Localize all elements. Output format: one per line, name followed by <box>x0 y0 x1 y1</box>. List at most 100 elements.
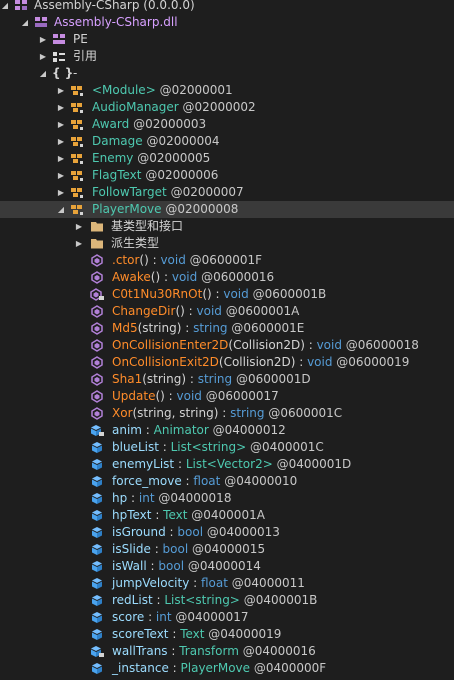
expanded-arrow-icon[interactable]: ◢ <box>38 65 48 82</box>
collapsed-arrow-icon[interactable]: ▶ <box>56 167 66 184</box>
field-row[interactable]: anim : Animator @04000012 <box>0 422 454 439</box>
tree-row-pe[interactable]: ▶ PE <box>0 31 454 48</box>
collapsed-arrow-icon[interactable]: ▶ <box>56 99 66 116</box>
method-row[interactable]: C0t1Nu30RnOt() : void @0600001B <box>0 286 454 303</box>
type-row[interactable]: ▶ AudioManager @02000002 <box>0 99 454 116</box>
type-row[interactable]: ▶ Damage @02000004 <box>0 133 454 150</box>
type-row[interactable]: ▶ Award @02000003 <box>0 116 454 133</box>
expanded-arrow-icon[interactable]: ◢ <box>0 0 10 14</box>
field-icon <box>92 629 102 640</box>
type-row[interactable]: ▶ Enemy @02000005 <box>0 150 454 167</box>
method-name: Md5 <box>112 321 138 335</box>
return-type: void <box>223 287 249 301</box>
references-icon <box>53 52 65 62</box>
collapsed-arrow-icon[interactable]: ▶ <box>56 184 66 201</box>
method-row[interactable]: ChangeDir() : void @0600001A <box>0 303 454 320</box>
method-name: C0t1Nu30RnOt <box>112 287 203 301</box>
collapsed-arrow-icon[interactable]: ▶ <box>38 31 48 48</box>
field-row[interactable]: isGround : bool @04000013 <box>0 524 454 541</box>
folder-row[interactable]: ▶ 基类型和接口 <box>0 218 454 235</box>
field-row[interactable]: _instance : PlayerMove @0400000F <box>0 660 454 677</box>
field-icon <box>92 527 102 538</box>
collapsed-arrow-icon[interactable]: ▶ <box>56 150 66 167</box>
type-separator: : <box>181 321 194 335</box>
field-label: anim : Animator @04000012 <box>112 422 286 439</box>
method-token: @06000019 <box>332 355 410 369</box>
field-icon <box>92 544 102 555</box>
method-label: .ctor() : void @0600001F <box>112 252 262 269</box>
field-type: bool <box>158 559 185 573</box>
type-row[interactable]: ▶ FollowTarget @02000007 <box>0 184 454 201</box>
private-field-icon <box>91 646 104 657</box>
method-name: Sha1 <box>112 372 143 386</box>
type-row[interactable]: ▶ FlagText @02000006 <box>0 167 454 184</box>
field-row[interactable]: scoreText : Text @04000019 <box>0 626 454 643</box>
collapsed-arrow-icon[interactable]: ▶ <box>74 218 84 235</box>
collapsed-arrow-icon[interactable]: ▶ <box>56 82 66 99</box>
method-row[interactable]: Sha1(string) : string @0600001D <box>0 371 454 388</box>
type-name: Damage <box>92 134 143 148</box>
type-label: FlagText @02000006 <box>92 167 218 184</box>
field-type: Text <box>163 508 188 522</box>
field-type: int <box>138 491 155 505</box>
field-row[interactable]: redList : List<string> @0400001B <box>0 592 454 609</box>
field-row[interactable]: isWall : bool @04000014 <box>0 558 454 575</box>
type-row[interactable]: ◢ PlayerMove @02000008 <box>0 201 454 218</box>
type-separator: : <box>150 542 163 556</box>
tree-row-namespace[interactable]: ◢ { } - <box>0 65 454 82</box>
type-token: @02000008 <box>165 202 239 216</box>
folder-label: 派生类型 <box>111 236 160 250</box>
method-row[interactable]: Awake() : void @06000016 <box>0 269 454 286</box>
method-row[interactable]: .ctor() : void @0600001F <box>0 252 454 269</box>
field-type: float <box>193 474 221 488</box>
field-row[interactable]: wallTrans : Transform @04000016 <box>0 643 454 660</box>
method-token: @0600001A <box>221 304 300 318</box>
method-label: Awake() : void @06000016 <box>112 269 274 286</box>
folder-row[interactable]: ▶ 派生类型 <box>0 235 454 252</box>
collapsed-arrow-icon[interactable]: ▶ <box>74 235 84 252</box>
field-token: @04000015 <box>188 542 266 556</box>
method-params: () <box>139 253 149 267</box>
type-separator: : <box>181 474 194 488</box>
method-row[interactable]: Md5(string) : string @0600001E <box>0 320 454 337</box>
field-row[interactable]: jumpVelocity : float @04000011 <box>0 575 454 592</box>
class-icon <box>71 171 83 181</box>
class-icon <box>71 154 83 164</box>
method-row[interactable]: OnCollisionExit2D(Collision2D) : void @0… <box>0 354 454 371</box>
collapsed-arrow-icon[interactable]: ▶ <box>38 48 48 65</box>
collapsed-arrow-icon[interactable]: ▶ <box>56 116 66 133</box>
pe-label: PE <box>73 32 88 46</box>
expanded-arrow-icon[interactable]: ◢ <box>56 201 66 218</box>
collapsed-arrow-icon[interactable]: ▶ <box>56 133 66 150</box>
tree-row-assembly[interactable]: ◢ Assembly-CSharp (0.0.0.0) <box>0 0 454 14</box>
field-row[interactable]: hpText : Text @0400001A <box>0 507 454 524</box>
method-params: (string) <box>142 372 187 386</box>
field-type: List<string> <box>164 593 240 607</box>
field-label: isWall : bool @04000014 <box>112 558 261 575</box>
field-icon <box>92 493 102 504</box>
method-row[interactable]: OnCollisionEnter2D(Collision2D) : void @… <box>0 337 454 354</box>
method-label: Md5(string) : string @0600001E <box>112 320 304 337</box>
method-row[interactable]: Update() : void @06000017 <box>0 388 454 405</box>
field-token: @0400001B <box>239 593 318 607</box>
method-icon <box>91 373 103 386</box>
field-token: @04000019 <box>204 627 282 641</box>
expanded-arrow-icon[interactable]: ◢ <box>20 14 30 31</box>
method-icon <box>91 390 103 403</box>
field-name: wallTrans <box>112 644 168 658</box>
field-row[interactable]: enemyList : List<Vector2> @0400001D <box>0 456 454 473</box>
type-name: Award <box>92 117 130 131</box>
field-name: force_move <box>112 474 182 488</box>
field-row[interactable]: score : int @04000017 <box>0 609 454 626</box>
method-row[interactable]: Xor(string, string) : string @0600001C <box>0 405 454 422</box>
module-label: Assembly-CSharp.dll <box>54 15 178 29</box>
field-row[interactable]: hp : int @04000018 <box>0 490 454 507</box>
field-label: isGround : bool @04000013 <box>112 524 280 541</box>
tree-row-module[interactable]: ◢ Assembly-CSharp.dll <box>0 14 454 31</box>
type-row[interactable]: ▶ <Module> @02000001 <box>0 82 454 99</box>
tree-row-references[interactable]: ▶ 引用 <box>0 48 454 65</box>
field-row[interactable]: force_move : float @04000010 <box>0 473 454 490</box>
field-type: Text <box>180 627 205 641</box>
field-row[interactable]: isSlide : bool @04000015 <box>0 541 454 558</box>
field-row[interactable]: blueList : List<string> @0400001C <box>0 439 454 456</box>
